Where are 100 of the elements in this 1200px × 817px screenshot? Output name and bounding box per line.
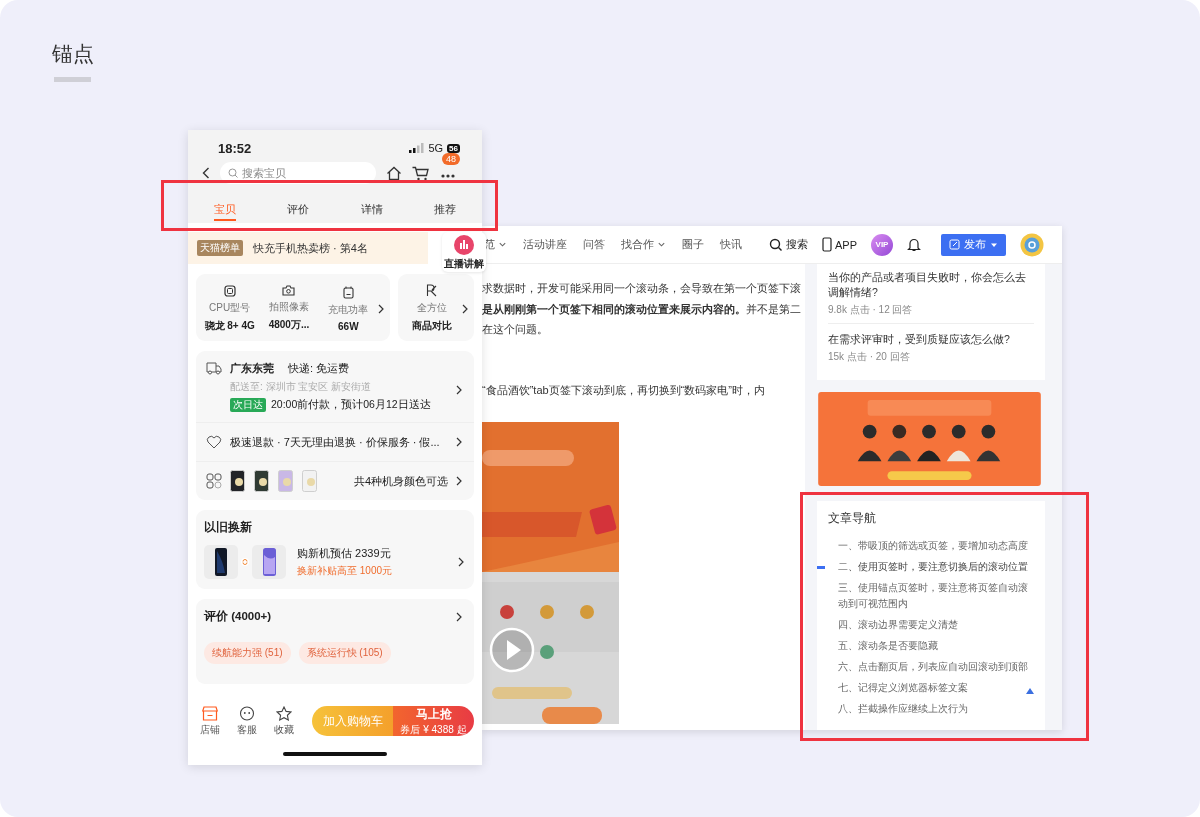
page-title: 锚点 (52, 41, 94, 67)
search-icon (228, 168, 238, 178)
chevron-down-icon (657, 240, 666, 249)
spec-label: 全方位 (417, 301, 447, 315)
toc-link[interactable]: 八、拦截操作应继续上次行为 (838, 699, 968, 720)
battery-level: 56 (447, 143, 460, 153)
chart-icon (454, 235, 474, 255)
phone-icon (822, 237, 832, 252)
chevron-icon (456, 476, 462, 486)
article-text: 是从刚刚第一个页签下相同的滚动位置来展示内容的。并不是第二 (482, 301, 802, 317)
more-icon[interactable] (441, 174, 455, 178)
spec-value: 骁龙 8+ 4G (204, 318, 255, 333)
store-icon (201, 705, 218, 721)
rank-text: 快充手机热卖榜 · 第4名 (253, 240, 368, 256)
question-link[interactable]: 当你的产品或者项目失败时，你会怎么去调解情绪? (828, 270, 1034, 300)
status-time: 18:52 (218, 140, 252, 156)
favorite-button[interactable]: 收藏 (271, 705, 296, 737)
nav-link[interactable]: 问答 (583, 237, 605, 252)
article-text: 在这个问题。 (482, 322, 549, 337)
toc-link[interactable]: 五、滚动条是否要隐藏 (838, 636, 938, 657)
ship-origin: 广东东莞 (230, 361, 274, 376)
toc-link[interactable]: 三、使用锚点页签时，要注意将页签自动滚动到可视范围内 (838, 578, 1034, 615)
avatar-icon[interactable] (1020, 232, 1044, 257)
nav-link[interactable]: 活动讲座 (523, 237, 567, 252)
trade-estimate: 购新机预估 2339元 (297, 546, 392, 561)
trade-in-card[interactable]: 以旧换新 购新机预估 2339元 换新补贴高至 1000元 (196, 510, 474, 589)
compare-icon (426, 284, 438, 297)
toc-link[interactable]: 二、使用页签时，要注意切换后的滚动位置 (838, 557, 1028, 578)
delivery-tag: 次日达 (230, 398, 266, 412)
chevron-icon (378, 303, 384, 314)
title-underline (54, 77, 91, 82)
camera-icon (282, 285, 296, 296)
chevron-icon (456, 385, 462, 395)
services-text: 极速退款 · 7天无理由退换 · 价保服务 · 假... (230, 434, 441, 450)
chevron-icon (458, 557, 464, 567)
nav-link[interactable]: 找合作 (621, 237, 666, 252)
spec-label: 拍照像素 (269, 300, 309, 314)
edit-icon (949, 239, 960, 250)
grid-icon (206, 473, 222, 489)
nav-link[interactable]: 圈子 (682, 237, 704, 252)
card-title: 以旧换新 (204, 520, 253, 535)
network-label: 5G (428, 142, 444, 154)
app-link[interactable]: APP (822, 237, 857, 252)
spec-label: 充电功率 (328, 302, 369, 317)
chip-icon (223, 284, 236, 297)
toc-link[interactable]: 六、点击翻页后，列表应自动回滚动到顶部 (838, 657, 1028, 678)
ship-address: 配送至: 深圳市 宝安区 新安街道 (230, 380, 373, 394)
back-icon[interactable] (202, 167, 210, 179)
rank-banner[interactable]: 天猫榜单 快充手机热卖榜 · 第4名 (188, 232, 428, 264)
shipping-row[interactable]: 广东东莞 快递: 免运费 配送至: 深圳市 宝安区 新安街道 次日达 20:00前付款，预计06月12日送达 (196, 351, 474, 422)
cart-icon[interactable] (412, 165, 429, 181)
spec-label: CPU型号 (209, 300, 251, 315)
live-button[interactable]: 直播讲解 (442, 232, 486, 272)
toc-link[interactable]: 四、滚动边界需要定义清楚 (838, 615, 958, 636)
specs-card[interactable]: CPU型号 骁龙 8+ 4G 拍照像素 4800万... 充电功率 66W (196, 274, 390, 341)
truck-icon (206, 361, 222, 375)
services-row[interactable]: 极速退款 · 7天无理由退换 · 价保服务 · 假... (196, 422, 474, 461)
search-icon (769, 237, 783, 252)
question-link[interactable]: 在需求评审时，受到质疑应该怎么做? (828, 332, 1034, 347)
colors-text: 共4种机身颜色可选 (352, 473, 448, 489)
question-stats: 15k 点击 · 20 回答 (828, 350, 911, 364)
buy-now-button[interactable]: 马上抢 券后 ¥ 4388 起 (393, 706, 474, 736)
tab[interactable]: 评价 (287, 199, 310, 221)
notification-badge: 48 (442, 153, 460, 165)
chat-icon (238, 705, 255, 721)
colors-row[interactable]: 共4种机身颜色可选 (196, 461, 474, 500)
spec-value: 商品对比 (412, 319, 452, 333)
bell-icon[interactable] (907, 237, 921, 252)
star-icon (275, 705, 292, 721)
ship-eta: 20:00前付款，预计06月12日送达 (271, 398, 431, 412)
toc-title: 文章导航 (827, 511, 877, 526)
publish-button[interactable]: 发布 (941, 233, 1006, 256)
chevron-icon (456, 437, 462, 447)
chevron-icon (462, 303, 468, 314)
tab[interactable]: 详情 (360, 199, 383, 221)
trade-subsidy: 换新补贴高至 1000元 (297, 564, 394, 578)
compare-card[interactable]: 全方位 商品对比 (398, 274, 474, 341)
ship-fee: 快递: 免运费 (288, 361, 350, 376)
store-button[interactable]: 店铺 (197, 705, 222, 737)
spec-value: 66W (338, 320, 359, 332)
chevron-icon (456, 611, 462, 622)
nav-link[interactable]: 快讯 (720, 237, 742, 252)
home-icon[interactable] (386, 165, 402, 181)
swap-icon (241, 558, 249, 566)
arrow-up-icon (1025, 687, 1035, 695)
service-button[interactable]: 客服 (234, 705, 259, 737)
signal-icon (409, 143, 425, 153)
reviews-title[interactable]: 评价 (4000+) (204, 609, 272, 624)
spec-value: 4800万... (268, 318, 310, 332)
article-text: “食品酒饮”tab页签下滚动到底，再切换到“数码家电”时，内 (482, 382, 766, 398)
search-link[interactable]: 搜索 (769, 237, 808, 252)
question-stats: 9.8k 点击 · 12 回答 (828, 303, 914, 317)
charger-icon (342, 285, 354, 299)
heart-icon (206, 435, 222, 449)
chevron-down-icon (498, 240, 507, 249)
toc-link[interactable]: 一、带吸顶的筛选或页签，要增加动态高度 (838, 536, 1028, 557)
toc-link[interactable]: 七、记得定义浏览器标签文案 (838, 678, 968, 699)
rank-badge: 天猫榜单 (197, 240, 243, 256)
tab[interactable]: 推荐 (434, 199, 456, 221)
article-text: 求数据时，开发可能采用同一个滚动条，会导致在第一个页签下滚 (482, 281, 802, 296)
